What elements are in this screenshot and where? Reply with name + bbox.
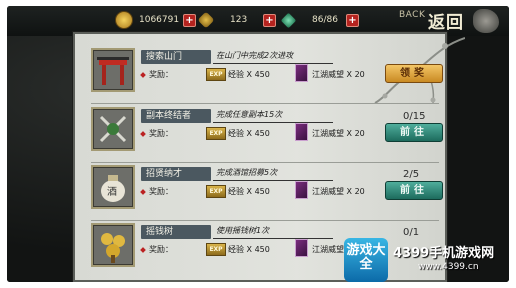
- task-progress: 0/1: [403, 227, 420, 238]
- prestige-icon: [295, 123, 308, 141]
- coins-resource: 1066791: [115, 11, 180, 29]
- exp-reward: 经验 X 450: [228, 70, 270, 79]
- go-button[interactable]: 前往: [385, 181, 443, 200]
- stamina-value: 86/86: [312, 15, 338, 25]
- exp-icon: EXP: [206, 243, 226, 256]
- go-button[interactable]: 前往: [385, 123, 443, 142]
- exp-reward: 经验 X 450: [228, 129, 270, 138]
- task-title: 摇钱树: [141, 225, 211, 239]
- prestige-icon: [295, 64, 308, 82]
- prestige-icon: [295, 181, 308, 199]
- ingots-resource: 123: [197, 11, 248, 29]
- money-tree-task-icon: [91, 223, 135, 267]
- task-row: 副本终结者 完成任意副本15次 奖励： EXP 经验 X 450 江湖威望 X …: [91, 107, 443, 163]
- bullet-icon: [140, 131, 146, 137]
- divider: [213, 180, 333, 181]
- reward-label: 奖励：: [149, 187, 173, 196]
- bullet-icon: [140, 247, 146, 253]
- exp-icon: EXP: [206, 127, 226, 140]
- add-ingots-button[interactable]: +: [263, 14, 276, 27]
- exp-icon: EXP: [206, 185, 226, 198]
- task-progress: 0/15: [403, 111, 426, 122]
- stamina-resource: 86/86: [280, 12, 338, 28]
- task-row: 酒 招贤纳才 完成酒馆招募5次 奖励： EXP 经验 X 450 江湖威望 X …: [91, 165, 443, 221]
- row-divider: [91, 162, 439, 163]
- add-stamina-button[interactable]: +: [346, 14, 359, 27]
- task-title: 搜索山门: [141, 50, 211, 64]
- reward-label: 奖励：: [149, 70, 173, 79]
- divider: [213, 122, 333, 123]
- ingot-icon: [197, 11, 215, 29]
- game-screen: 1066791 + 123 + 86/86 + BACK 返回 搜索山门 在山门…: [7, 6, 509, 282]
- svg-text:酒: 酒: [107, 186, 117, 198]
- exp-reward: 经验 X 450: [228, 187, 270, 196]
- prestige-reward: 江湖威望 X 20: [312, 70, 365, 79]
- task-title: 副本终结者: [141, 109, 211, 123]
- task-description: 在山门中完成2次进攻: [216, 51, 294, 60]
- wine-jar-task-icon: 酒: [91, 165, 135, 209]
- exp-reward: 经验 X 450: [228, 245, 270, 254]
- prestige-reward: 江湖威望 X 20: [312, 129, 365, 138]
- watermark-logo: 游戏大全: [344, 238, 388, 282]
- add-coins-button[interactable]: +: [183, 14, 196, 27]
- back-label-en[interactable]: BACK: [399, 10, 425, 20]
- divider: [213, 63, 333, 64]
- site-watermark: 游戏大全 4399手机游戏网 www.4399.cn: [344, 238, 504, 282]
- prestige-reward: 江湖威望 X 20: [312, 187, 365, 196]
- task-title: 招贤纳才: [141, 167, 211, 181]
- row-divider: [91, 220, 439, 221]
- crossed-swords-task-icon: [91, 107, 135, 151]
- jade-icon: [280, 12, 297, 28]
- task-description: 使用摇钱树1次: [216, 226, 270, 235]
- task-row: 搜索山门 在山门中完成2次进攻 奖励： EXP 经验 X 450 江湖威望 X …: [91, 48, 443, 104]
- coin-icon: [115, 11, 133, 29]
- row-divider: [91, 103, 439, 104]
- ingots-value: 123: [230, 15, 248, 25]
- task-description: 完成酒馆招募5次: [216, 168, 278, 177]
- watermark-site-name: 4399手机游戏网: [393, 246, 495, 261]
- back-arrow-icon[interactable]: [473, 9, 499, 33]
- reward-label: 奖励：: [149, 245, 173, 254]
- prestige-icon: [295, 239, 308, 257]
- coins-value: 1066791: [139, 15, 180, 25]
- bullet-icon: [140, 189, 146, 195]
- divider: [213, 238, 333, 239]
- reward-label: 奖励：: [149, 129, 173, 138]
- exp-icon: EXP: [206, 68, 226, 81]
- bullet-icon: [140, 72, 146, 78]
- gate-task-icon: [91, 48, 135, 92]
- task-progress: 2/5: [403, 169, 420, 180]
- watermark-url: www.4399.cn: [418, 262, 479, 272]
- task-description: 完成任意副本15次: [216, 110, 283, 119]
- claim-reward-button[interactable]: 领奖: [385, 64, 443, 83]
